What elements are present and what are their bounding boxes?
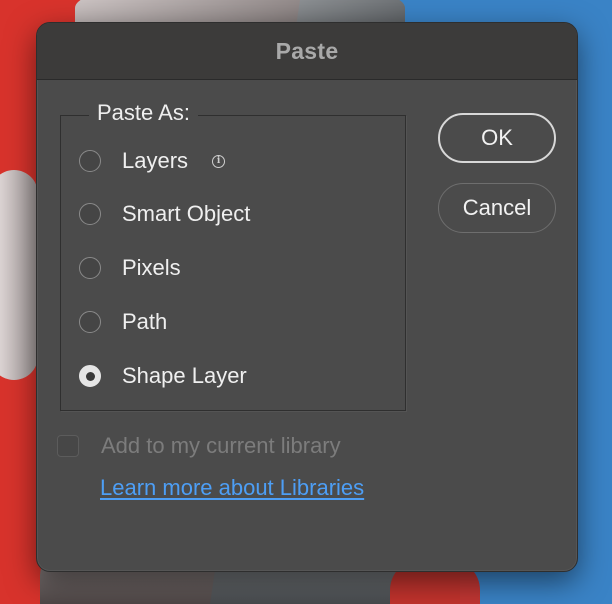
radio-layers[interactable]	[79, 150, 101, 172]
paste-dialog: Paste Paste As: Layers i Smart Object Pi…	[36, 22, 578, 572]
option-shape-layer-label: Shape Layer	[122, 363, 247, 388]
option-pixels-label: Pixels	[122, 255, 181, 280]
add-to-library-row[interactable]: Add to my current library	[57, 433, 341, 459]
option-layers[interactable]: Layers i	[79, 146, 226, 176]
add-to-library-label: Add to my current library	[101, 433, 341, 458]
dialog-title: Paste	[275, 37, 339, 64]
cancel-button[interactable]: Cancel	[438, 183, 556, 233]
dialog-titlebar[interactable]: Paste	[37, 23, 577, 80]
option-pixels[interactable]: Pixels	[79, 253, 181, 283]
paste-as-label: Paste As:	[89, 100, 198, 126]
radio-pixels[interactable]	[79, 257, 101, 279]
background-figure-arm	[0, 170, 38, 380]
option-path[interactable]: Path	[79, 307, 167, 337]
radio-path[interactable]	[79, 311, 101, 333]
option-smart-object[interactable]: Smart Object	[79, 199, 250, 229]
option-shape-layer[interactable]: Shape Layer	[79, 361, 247, 391]
add-to-library-checkbox[interactable]	[57, 435, 79, 457]
option-smart-object-label: Smart Object	[122, 201, 251, 226]
option-path-label: Path	[122, 309, 168, 334]
radio-smart-object[interactable]	[79, 203, 101, 225]
paste-as-group: Paste As: Layers i Smart Object Pixels P…	[60, 100, 406, 411]
learn-more-libraries-link[interactable]: Learn more about Libraries	[100, 475, 364, 501]
ok-button[interactable]: OK	[438, 113, 556, 163]
radio-shape-layer[interactable]	[79, 365, 101, 387]
info-icon[interactable]: i	[212, 154, 226, 168]
option-layers-label: Layers	[122, 148, 189, 173]
